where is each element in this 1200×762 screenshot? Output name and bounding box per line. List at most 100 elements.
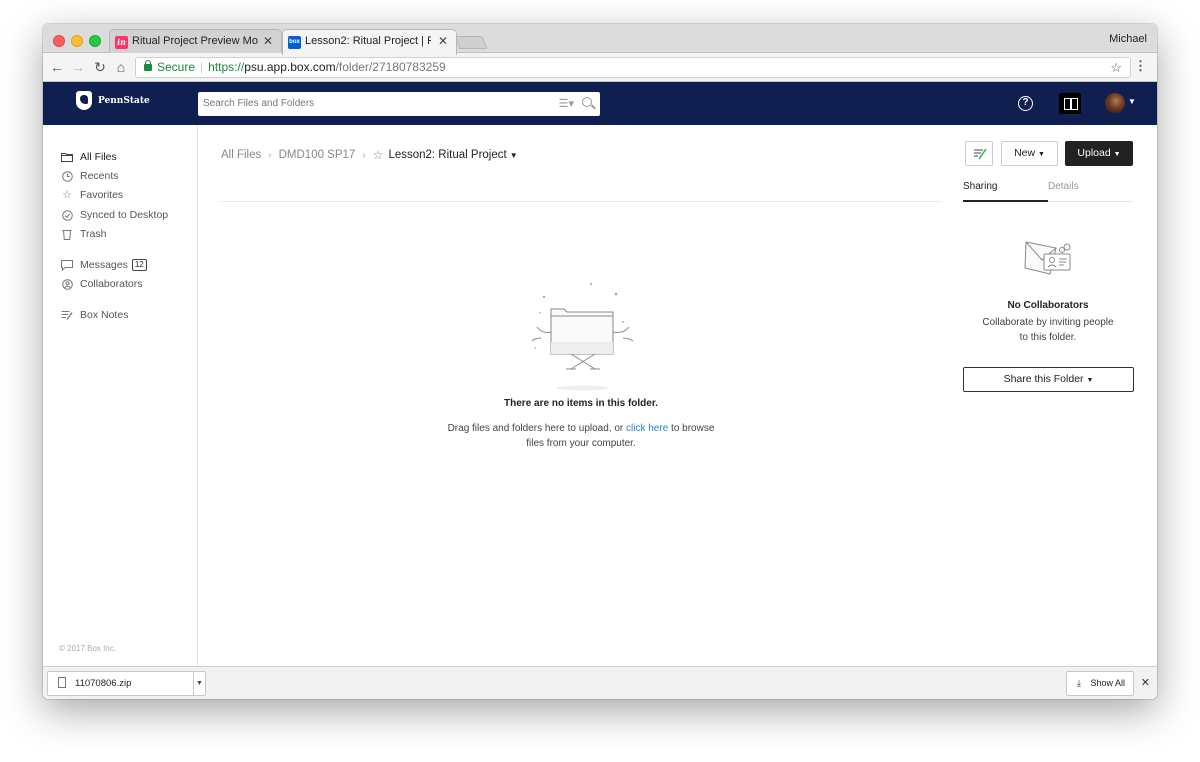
message-icon [61,259,73,271]
breadcrumb-current-folder[interactable]: Lesson2: Ritual Project [388,149,506,161]
logo-text: PennState [98,95,150,106]
url-protocol: https:// [208,60,245,74]
shield-logo-icon [76,91,92,110]
window-zoom-button[interactable] [89,35,101,47]
new-button[interactable]: New ▼ [1001,141,1058,166]
sidebar-item-label: All Files [80,151,117,163]
new-tab-button[interactable] [454,36,488,49]
chevron-right-icon: › [362,149,366,161]
sidebar-item-trash[interactable]: Trash [61,228,106,240]
invision-icon: in [115,36,128,49]
reload-icon[interactable]: ↻ [92,58,108,76]
browser-window: in Ritual Project Preview Mode - ✕ box L… [43,24,1157,699]
favorite-star-icon[interactable]: ☆ [373,148,384,162]
new-box-note-button[interactable] [965,141,993,166]
sidebar-item-label: Synced to Desktop [80,209,169,221]
url-host: psu.app.box.com [244,60,336,74]
chevron-down-icon[interactable]: ▼ [510,151,518,160]
sidebar-item-recents[interactable]: Recents [61,170,119,182]
lock-icon [144,60,152,71]
pennstate-logo[interactable]: PennState [76,91,150,110]
sidebar-item-all-files[interactable]: All Files [61,151,117,163]
share-folder-button[interactable]: Share this Folder ▼ [963,367,1134,392]
show-all-button[interactable]: ⤓ Show All [1066,671,1134,696]
show-all-label: Show All [1090,678,1125,688]
browser-tab-invision[interactable]: in Ritual Project Preview Mode - ✕ [109,29,282,54]
sidebar-item-label: Trash [80,228,107,240]
tab-title: Ritual Project Preview Mode - [132,35,258,47]
check-circle-icon [61,209,73,221]
tab-title: Lesson2: Ritual Project | Powe [305,35,431,47]
sidebar-item-label: Messages [80,259,128,271]
sidebar-item-synced[interactable]: Synced to Desktop [61,209,168,221]
collab-desc-line: to this folder. [1019,332,1077,343]
collaborators-icon [61,278,73,290]
address-bar[interactable]: Secure | https://psu.app.box.com/folder/27… [135,57,1131,78]
empty-state-title: There are no items in this folder. [504,398,658,409]
empty-desc-text: to browse [668,423,715,434]
sidebar-item-messages[interactable]: Messages 12 [61,259,147,271]
sidebar-item-label: Collaborators [80,278,143,290]
sidebar-item-favorites[interactable]: ☆ Favorites [61,189,123,201]
app-header: PennState Search Files and Folders ☰▾ ? … [43,82,1157,125]
share-folder-label: Share this Folder [1003,373,1084,385]
browser-menu-icon[interactable]: ⋮ [1134,58,1147,74]
tab-strip: in Ritual Project Preview Mode - ✕ box L… [43,24,1157,55]
avatar-caret-icon[interactable]: ▼ [1128,97,1136,106]
download-icon: ⤓ [1077,678,1081,688]
close-shelf-icon[interactable]: ✕ [1141,676,1150,689]
url-path: /folder/27180783259 [335,60,446,74]
home-icon[interactable]: ⌂ [113,58,129,76]
clock-icon [61,170,73,182]
download-shelf: 11070806.zip ▼ ⤓ Show All ✕ [43,666,1157,699]
window-minimize-button[interactable] [71,35,83,47]
sidebar-item-box-notes[interactable]: Box Notes [61,309,128,321]
new-button-label: New [1014,147,1036,159]
download-item[interactable]: 11070806.zip ▼ [47,671,206,696]
bookmark-star-icon[interactable]: ☆ [1110,58,1122,77]
tab-close-icon[interactable]: ✕ [263,30,273,53]
profile-name[interactable]: Michael [1109,33,1147,45]
back-arrow-icon[interactable]: ← [49,58,65,76]
upload-button-label: Upload [1077,147,1111,159]
search-icon[interactable] [582,97,592,107]
trash-icon [61,229,73,240]
breadcrumb-dmd100[interactable]: DMD100 SP17 [279,149,356,161]
tab-details[interactable]: Details [1048,181,1079,192]
collab-desc-line: Collaborate by inviting people [982,317,1114,328]
tab-close-icon[interactable]: ✕ [438,30,448,53]
content-divider [221,201,941,202]
click-here-link[interactable]: click here [626,423,668,434]
search-filter-icon[interactable]: ☰▾ [559,92,574,116]
sidebar-item-label: Box Notes [80,309,129,321]
messages-count-badge: 12 [131,259,147,271]
file-icon [58,677,66,688]
browser-tab-box[interactable]: box Lesson2: Ritual Project | Powe ✕ [282,29,457,55]
chevron-down-icon: ▼ [1113,151,1121,158]
url-separator: | [200,60,204,74]
sidebar-item-label: Recents [80,170,119,182]
chevron-down-icon: ▼ [1038,151,1045,158]
download-menu-caret-icon[interactable]: ▼ [193,672,205,695]
breadcrumb: All Files › DMD100 SP17 › ☆ Lesson2: Rit… [221,148,518,162]
active-tab-indicator [963,200,1048,202]
left-sidebar: All Files Recents ☆ Favorites Synced to … [43,125,198,666]
forward-arrow-icon[interactable]: → [70,58,86,76]
chevron-down-icon: ▼ [1086,377,1094,384]
window-close-button[interactable] [53,35,65,47]
sidebar-item-collaborators[interactable]: Collaborators [61,278,142,290]
folder-icon [61,152,73,163]
help-icon[interactable]: ? [1018,96,1033,111]
chevron-right-icon: › [268,149,272,161]
avatar[interactable] [1105,93,1125,113]
empty-desc-text: files from your computer. [526,438,636,449]
breadcrumb-all-files[interactable]: All Files [221,149,261,161]
collaborators-description: Collaborate by inviting people to this f… [963,315,1133,345]
no-collaborators-title: No Collaborators [1007,300,1089,311]
sidebar-toggle-icon[interactable] [1059,93,1081,114]
envelope-invite-icon [1024,241,1071,275]
search-placeholder: Search Files and Folders [203,98,315,109]
upload-button[interactable]: Upload ▼ [1065,141,1133,166]
tab-sharing[interactable]: Sharing [963,181,997,192]
search-input[interactable]: Search Files and Folders ☰▾ [198,92,600,116]
